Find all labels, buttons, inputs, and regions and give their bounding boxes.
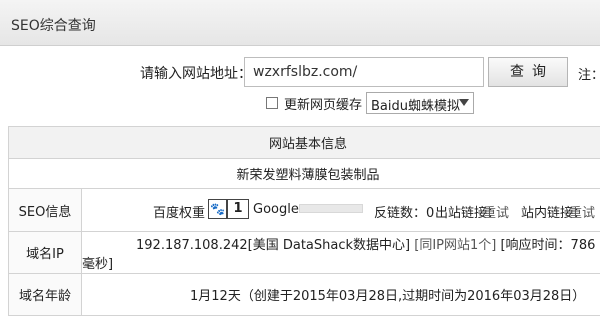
- note-label: 注：: [578, 68, 600, 83]
- seo-info: 百度权重 🐾 1 Google 反链数：0 出站链接： 重试 站内链接： 重试: [82, 189, 600, 231]
- table-heading-row: 网站基本信息: [8, 126, 600, 159]
- url-input[interactable]: [244, 57, 484, 87]
- chevron-down-icon: [459, 99, 469, 106]
- update-cache-checkbox[interactable]: [266, 97, 278, 109]
- domain-age-label: 域名年龄: [8, 273, 82, 316]
- spider-mode-value: Baidu蜘蛛模拟: [371, 99, 460, 114]
- baidu-paw-icon: 🐾: [208, 199, 227, 219]
- same-ip-link[interactable]: [同IP网站1个]: [414, 238, 496, 253]
- query-button-label: 查询: [510, 64, 554, 80]
- domain-age-row: 域名年龄 1月12天（创建于2015年03月28日,过期时间为2016年03月2…: [8, 273, 600, 316]
- site-name-row: 新荣发塑料薄膜包装制品: [8, 158, 600, 189]
- update-cache-label: 更新网页缓存: [284, 98, 363, 113]
- baidu-weight-value[interactable]: 1: [227, 199, 249, 219]
- page-title: SEO综合查询: [11, 18, 96, 34]
- url-label: 请输入网站地址：: [140, 66, 252, 82]
- site-name: 新荣发塑料薄膜包装制品: [8, 158, 600, 189]
- site-info-table: 网站基本信息 新荣发塑料薄膜包装制品 SEO信息 百度权重 🐾 1 Google…: [8, 126, 600, 316]
- baidu-weight-label: 百度权重: [153, 206, 206, 221]
- spider-mode-select[interactable]: Baidu蜘蛛模拟: [366, 92, 474, 114]
- domain-ip-value: 192.187.108.242[美国 DataShack数据中心]: [136, 237, 411, 253]
- google-pr-bar: [299, 204, 363, 213]
- table-heading: 网站基本信息: [8, 126, 600, 159]
- seo-label: SEO信息: [8, 188, 82, 232]
- outbound-retry-link[interactable]: 重试: [483, 202, 509, 221]
- seo-row: SEO信息 百度权重 🐾 1 Google 反链数：0 出站链接： 重试 站内链…: [8, 188, 600, 232]
- page-header: SEO综合查询: [0, 0, 600, 46]
- backlinks-count: 反链数：0: [374, 206, 435, 221]
- query-button[interactable]: 查询: [488, 57, 568, 87]
- google-label: Google: [253, 202, 299, 217]
- inbound-retry-link[interactable]: 重试: [569, 202, 595, 221]
- domain-ip-row: 域名IP 192.187.108.242[美国 DataShack数据中心] […: [8, 231, 600, 274]
- domain-age-value: 1月12天（创建于2015年03月28日,过期时间为2016年03月28日）: [190, 289, 586, 304]
- domain-ip-label: 域名IP: [8, 231, 82, 274]
